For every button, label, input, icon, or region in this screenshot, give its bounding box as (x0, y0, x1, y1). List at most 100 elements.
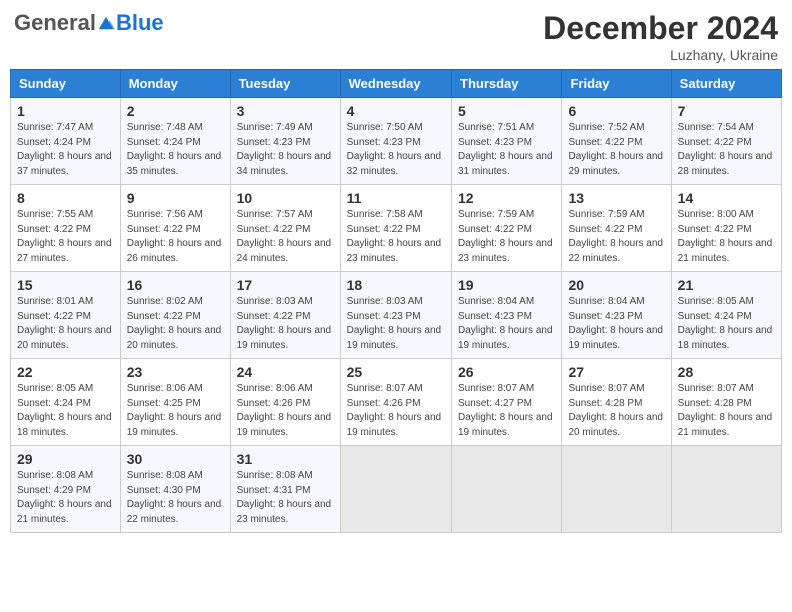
day-number: 24 (237, 364, 334, 380)
day-number: 1 (17, 103, 114, 119)
logo: General Blue (14, 10, 164, 36)
day-number: 27 (568, 364, 664, 380)
calendar-cell: 21 Sunrise: 8:05 AMSunset: 4:24 PMDayligh… (671, 272, 781, 359)
logo-general-text: General (14, 10, 96, 36)
week-row-3: 15 Sunrise: 8:01 AMSunset: 4:22 PMDayligh… (11, 272, 782, 359)
day-info: Sunrise: 8:04 AMSunset: 4:23 PMDaylight:… (568, 295, 664, 353)
day-info: Sunrise: 8:07 AMSunset: 4:27 PMDaylight:… (458, 382, 555, 440)
day-info: Sunrise: 7:58 AMSunset: 4:22 PMDaylight:… (347, 208, 445, 266)
month-title: December 2024 (543, 10, 778, 47)
day-number: 4 (347, 103, 445, 119)
calendar-cell (340, 446, 451, 533)
week-row-2: 8 Sunrise: 7:55 AMSunset: 4:22 PMDaylight… (11, 185, 782, 272)
day-number: 9 (127, 190, 224, 206)
day-info: Sunrise: 8:07 AMSunset: 4:28 PMDaylight:… (678, 382, 775, 440)
day-info: Sunrise: 7:47 AMSunset: 4:24 PMDaylight:… (17, 121, 114, 179)
day-info: Sunrise: 8:05 AMSunset: 4:24 PMDaylight:… (678, 295, 775, 353)
calendar-cell: 8 Sunrise: 7:55 AMSunset: 4:22 PMDaylight… (11, 185, 121, 272)
calendar-cell: 2Sunrise: 7:48 AMSunset: 4:24 PMDaylight… (120, 98, 230, 185)
calendar-cell: 12Sunrise: 7:59 AMSunset: 4:22 PMDayligh… (452, 185, 562, 272)
header-friday: Friday (562, 70, 671, 98)
calendar-cell: 17Sunrise: 8:03 AMSunset: 4:22 PMDayligh… (230, 272, 340, 359)
week-row-1: 1 Sunrise: 7:47 AMSunset: 4:24 PMDaylight… (11, 98, 782, 185)
day-number: 25 (347, 364, 445, 380)
calendar-cell: 1 Sunrise: 7:47 AMSunset: 4:24 PMDaylight… (11, 98, 121, 185)
calendar-cell: 24 Sunrise: 8:06 AMSunset: 4:26 PMDayligh… (230, 359, 340, 446)
day-info: Sunrise: 7:56 AMSunset: 4:22 PMDaylight:… (127, 208, 224, 266)
week-row-5: 29 Sunrise: 8:08 AMSunset: 4:29 PMDayligh… (11, 446, 782, 533)
calendar-cell: 10 Sunrise: 7:57 AMSunset: 4:22 PMDayligh… (230, 185, 340, 272)
logo-icon (97, 14, 115, 32)
calendar-cell: 5 Sunrise: 7:51 AMSunset: 4:23 PMDaylight… (452, 98, 562, 185)
day-info: Sunrise: 7:52 AMSunset: 4:22 PMDaylight:… (568, 121, 664, 179)
title-section: December 2024 Luzhany, Ukraine (543, 10, 778, 63)
day-info: Sunrise: 8:03 AMSunset: 4:23 PMDaylight:… (347, 295, 445, 353)
day-number: 29 (17, 451, 114, 467)
day-number: 19 (458, 277, 555, 293)
calendar-cell: 9 Sunrise: 7:56 AMSunset: 4:22 PMDaylight… (120, 185, 230, 272)
day-info: Sunrise: 8:04 AMSunset: 4:23 PMDaylight:… (458, 295, 555, 353)
day-info: Sunrise: 8:07 AMSunset: 4:26 PMDaylight:… (347, 382, 445, 440)
day-info: Sunrise: 7:55 AMSunset: 4:22 PMDaylight:… (17, 208, 114, 266)
weekday-header-row: SundayMondayTuesdayWednesdayThursdayFrid… (11, 70, 782, 98)
day-number: 11 (347, 190, 445, 206)
day-info: Sunrise: 8:08 AMSunset: 4:30 PMDaylight:… (127, 469, 224, 527)
day-number: 3 (237, 103, 334, 119)
header-thursday: Thursday (452, 70, 562, 98)
page-header: General Blue December 2024 Luzhany, Ukra… (10, 10, 782, 63)
day-number: 7 (678, 103, 775, 119)
day-number: 8 (17, 190, 114, 206)
calendar-cell: 28 Sunrise: 8:07 AMSunset: 4:28 PMDayligh… (671, 359, 781, 446)
header-tuesday: Tuesday (230, 70, 340, 98)
calendar-cell: 7 Sunrise: 7:54 AMSunset: 4:22 PMDaylight… (671, 98, 781, 185)
day-info: Sunrise: 7:51 AMSunset: 4:23 PMDaylight:… (458, 121, 555, 179)
day-info: Sunrise: 7:50 AMSunset: 4:23 PMDaylight:… (347, 121, 445, 179)
calendar-cell: 15 Sunrise: 8:01 AMSunset: 4:22 PMDayligh… (11, 272, 121, 359)
header-saturday: Saturday (671, 70, 781, 98)
day-info: Sunrise: 8:05 AMSunset: 4:24 PMDaylight:… (17, 382, 114, 440)
location: Luzhany, Ukraine (543, 47, 778, 63)
calendar-cell: 13Sunrise: 7:59 AMSunset: 4:22 PMDayligh… (562, 185, 671, 272)
day-number: 15 (17, 277, 114, 293)
day-number: 21 (678, 277, 775, 293)
day-info: Sunrise: 8:02 AMSunset: 4:22 PMDaylight:… (127, 295, 224, 353)
calendar-cell: 11 Sunrise: 7:58 AMSunset: 4:22 PMDayligh… (340, 185, 451, 272)
day-info: Sunrise: 7:54 AMSunset: 4:22 PMDaylight:… (678, 121, 775, 179)
day-number: 22 (17, 364, 114, 380)
calendar-cell: 18Sunrise: 8:03 AMSunset: 4:23 PMDayligh… (340, 272, 451, 359)
day-info: Sunrise: 8:06 AMSunset: 4:26 PMDaylight:… (237, 382, 334, 440)
day-number: 5 (458, 103, 555, 119)
calendar-cell: 26 Sunrise: 8:07 AMSunset: 4:27 PMDayligh… (452, 359, 562, 446)
logo-blue-text: Blue (116, 10, 164, 36)
day-info: Sunrise: 7:59 AMSunset: 4:22 PMDaylight:… (458, 208, 555, 266)
calendar-cell: 6 Sunrise: 7:52 AMSunset: 4:22 PMDaylight… (562, 98, 671, 185)
week-row-4: 22 Sunrise: 8:05 AMSunset: 4:24 PMDayligh… (11, 359, 782, 446)
day-info: Sunrise: 8:01 AMSunset: 4:22 PMDaylight:… (17, 295, 114, 353)
day-number: 6 (568, 103, 664, 119)
day-info: Sunrise: 8:08 AMSunset: 4:31 PMDaylight:… (237, 469, 334, 527)
day-info: Sunrise: 8:07 AMSunset: 4:28 PMDaylight:… (568, 382, 664, 440)
calendar-cell (452, 446, 562, 533)
calendar-cell (562, 446, 671, 533)
calendar-table: SundayMondayTuesdayWednesdayThursdayFrid… (10, 69, 782, 533)
calendar-cell: 23 Sunrise: 8:06 AMSunset: 4:25 PMDayligh… (120, 359, 230, 446)
day-number: 13 (568, 190, 664, 206)
day-number: 14 (678, 190, 775, 206)
day-info: Sunrise: 8:06 AMSunset: 4:25 PMDaylight:… (127, 382, 224, 440)
calendar-cell: 25 Sunrise: 8:07 AMSunset: 4:26 PMDayligh… (340, 359, 451, 446)
day-info: Sunrise: 7:57 AMSunset: 4:22 PMDaylight:… (237, 208, 334, 266)
day-number: 16 (127, 277, 224, 293)
day-number: 23 (127, 364, 224, 380)
calendar-cell: 22 Sunrise: 8:05 AMSunset: 4:24 PMDayligh… (11, 359, 121, 446)
calendar-cell: 27 Sunrise: 8:07 AMSunset: 4:28 PMDayligh… (562, 359, 671, 446)
calendar-cell: 14Sunrise: 8:00 AMSunset: 4:22 PMDayligh… (671, 185, 781, 272)
day-number: 10 (237, 190, 334, 206)
header-monday: Monday (120, 70, 230, 98)
calendar-cell: 19 Sunrise: 8:04 AMSunset: 4:23 PMDayligh… (452, 272, 562, 359)
day-info: Sunrise: 8:08 AMSunset: 4:29 PMDaylight:… (17, 469, 114, 527)
day-number: 28 (678, 364, 775, 380)
day-number: 17 (237, 277, 334, 293)
calendar-cell: 20Sunrise: 8:04 AMSunset: 4:23 PMDayligh… (562, 272, 671, 359)
day-number: 26 (458, 364, 555, 380)
calendar-cell: 31Sunrise: 8:08 AMSunset: 4:31 PMDayligh… (230, 446, 340, 533)
